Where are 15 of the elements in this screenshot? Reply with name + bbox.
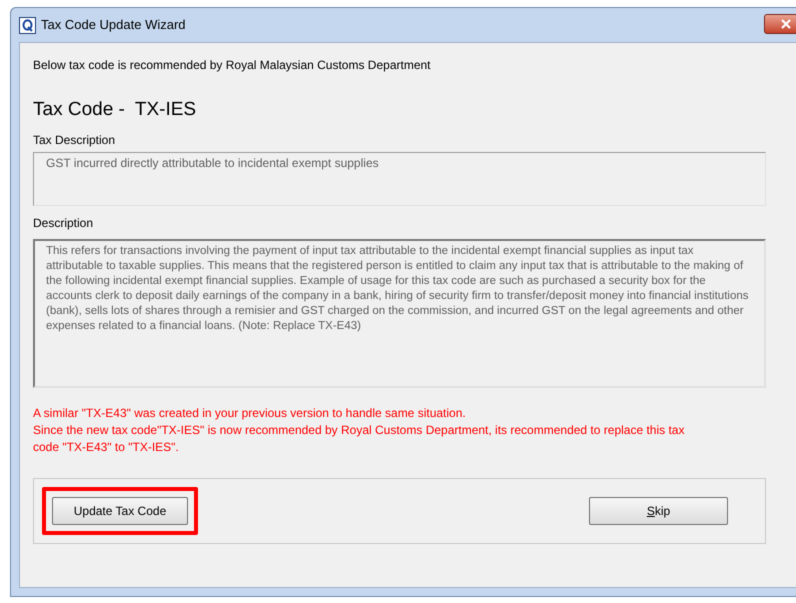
app-logo-icon xyxy=(19,16,36,34)
tax-code-heading: TX-IES xyxy=(134,98,196,122)
field-label: Description xyxy=(33,216,94,231)
intro-text: Below tax code is recommended by Royal Malaysian Customs Department xyxy=(33,58,432,73)
heading-label: Tax Code - xyxy=(33,98,125,122)
close-icon xyxy=(780,19,790,29)
field-label: Tax Description xyxy=(33,133,116,148)
description-field: This refers for transactions involving the payment of input tax attributable to the incidental exempt financial supplies as input tax attributable to taxable supplies. This means that the registered person is entitled to claim any input tax that is attributable to the making of the following incidental exempt financial supplies. Example of usage for this tax code are such as purchased a security box for the accounts clerk to deposit daily earnings of the company in a bank, hiring of security firm to transfer/deposit money into financial institutions (bank), sells lots of shares through a remisier and GST charged on the commission, and incurred GST on the legal agreements and other expenses related to a financial loans. (Note: Replace TX-E43) xyxy=(33,239,766,388)
update-tax-code-button[interactable]: Update Tax Code xyxy=(52,497,188,525)
tax-description-field: GST incurred directly attributable to incidental exempt supplies xyxy=(33,152,766,206)
skip-button[interactable]: Skip xyxy=(589,497,728,525)
warning-text: A similar "TX-E43" was created in your previous version to handle same situation. xyxy=(33,405,467,422)
warning-text: Since the new tax code"TX-IES" is now recommended by Royal Customs Department, its recommended to replace this tax code "TX-E43" to "TX-IES". xyxy=(33,422,686,456)
close-button[interactable] xyxy=(764,14,796,34)
window-title: Tax Code Update Wizard xyxy=(41,16,186,34)
